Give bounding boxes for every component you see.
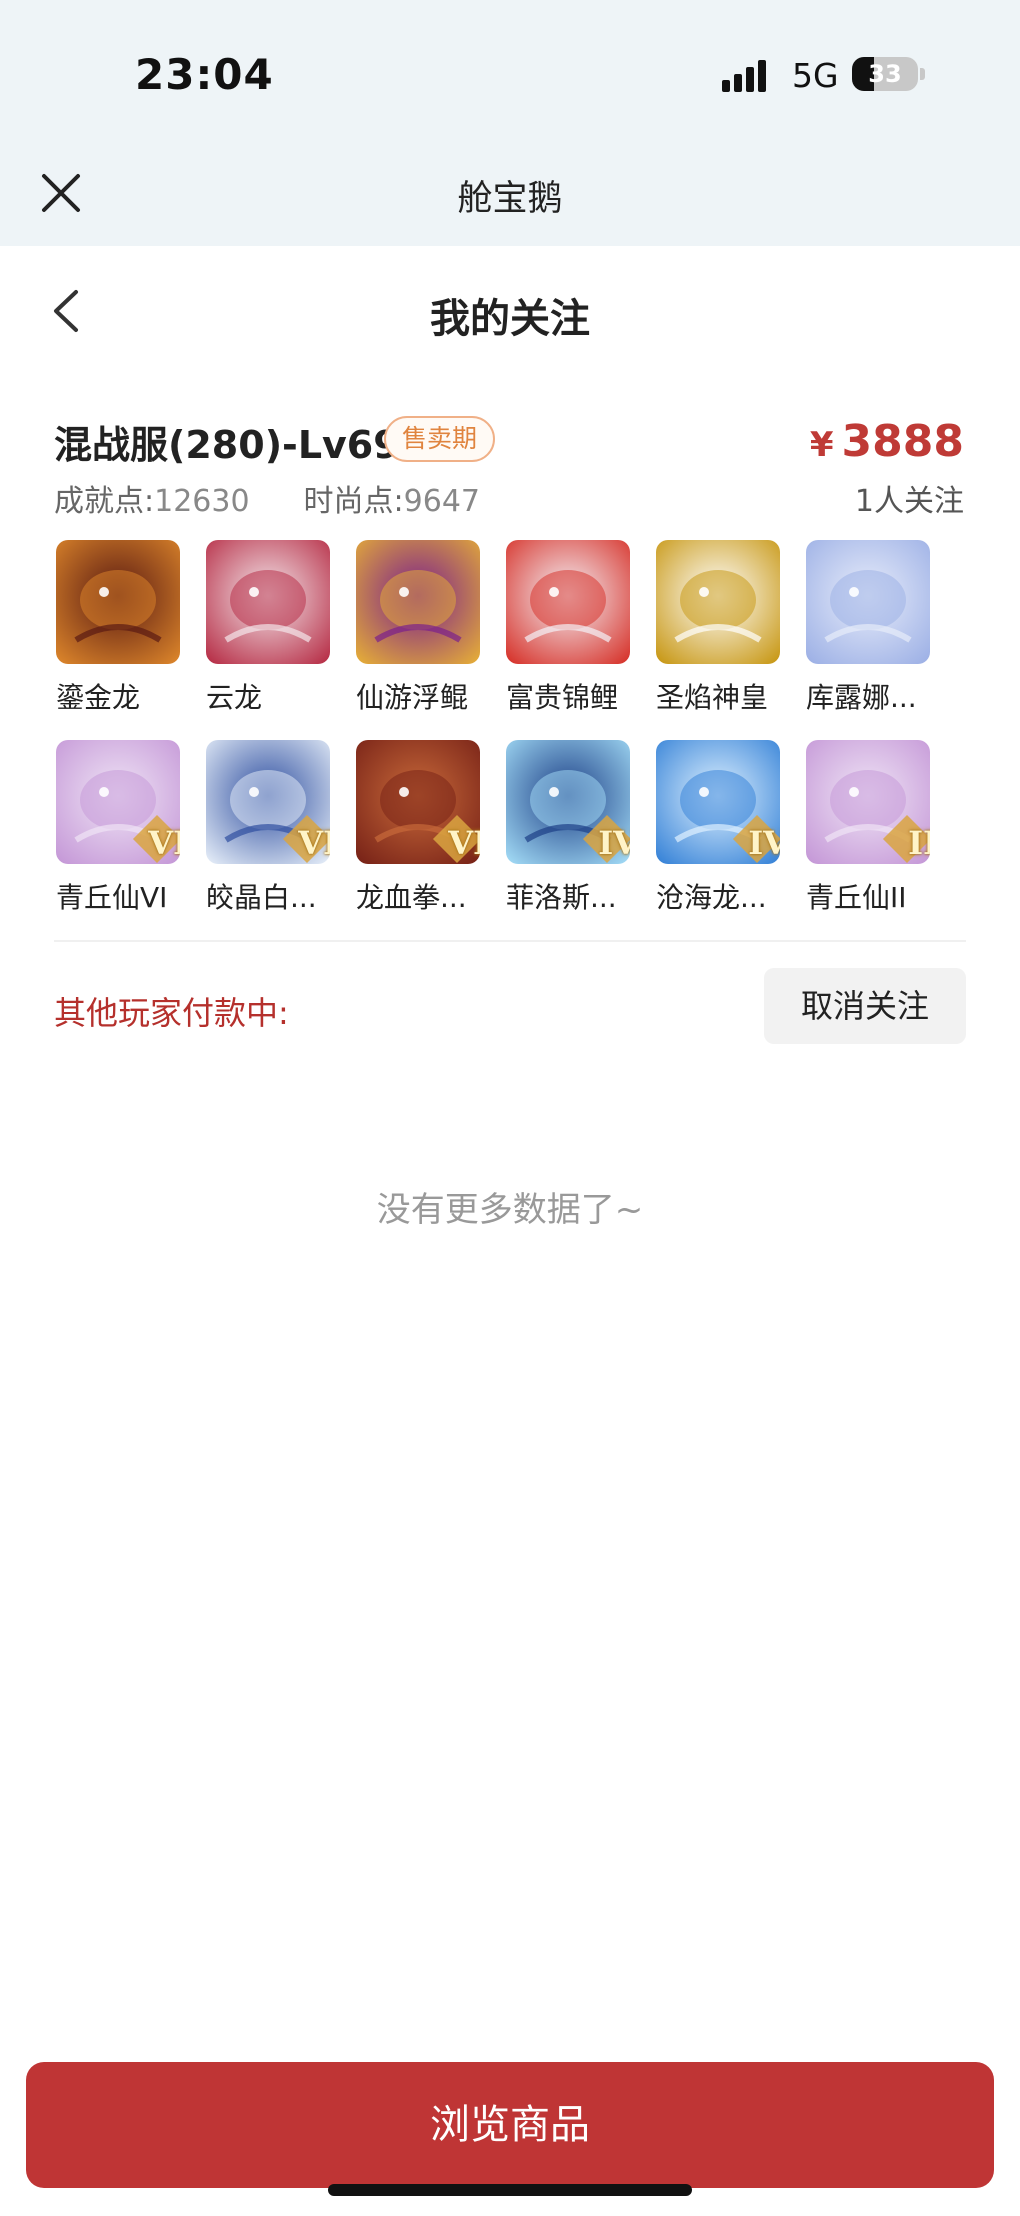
price: ¥3888 (810, 416, 964, 467)
divider (54, 940, 966, 942)
battery-cap (920, 68, 925, 80)
sea-dragon-icon: IV (656, 740, 780, 864)
currency-symbol: ¥ (809, 425, 834, 465)
home-indicator (328, 2184, 692, 2196)
fashion-value: 9647 (403, 484, 481, 519)
pet-name: 仙游浮鲲 (356, 681, 469, 714)
cloud-dragon-icon (206, 540, 330, 664)
pet-name: 云龙 (206, 681, 263, 714)
network-type: 5G (792, 56, 839, 95)
server-title: 混战服(280)-Lv69 (54, 423, 400, 467)
phyllos-icon: IV (506, 740, 630, 864)
fox-fairy-icon: II (806, 740, 930, 864)
pet-name: 圣焰神皇 (656, 681, 769, 714)
account-stats: 成就点:12630 时尚点:9647 (54, 476, 480, 520)
fashion-label: 时尚点: (303, 484, 404, 519)
pet-rank: VI (448, 824, 480, 862)
pet-rank: VI (148, 824, 180, 862)
spirit-girl-icon (806, 540, 930, 664)
fox-fairy-icon: VI (56, 740, 180, 864)
pet-rank: II (908, 824, 930, 862)
status-badge: 售卖期 (384, 416, 496, 462)
no-more-data-text: 没有更多数据了~ (376, 1190, 644, 1230)
pet-name: 皎晶白... (206, 881, 317, 914)
achievement-label: 成就点: (54, 484, 155, 519)
status-time: 23:04 (135, 50, 274, 99)
unfollow-button[interactable]: 取消关注 (764, 968, 966, 1044)
pet-name: 鎏金龙 (56, 681, 141, 714)
dragon-blood-fist-icon: VI (356, 740, 480, 864)
follower-count: 1人关注 (854, 484, 964, 519)
battery-icon: 33 (852, 57, 918, 91)
price-value: 3888 (841, 416, 964, 467)
page-title: 我的关注 (430, 296, 590, 342)
pet-name: 菲洛斯... (506, 881, 617, 914)
holy-flame-icon (656, 540, 780, 664)
pet-rank: VI (298, 824, 330, 862)
koi-fish-icon (506, 540, 630, 664)
top-header-area: 23:04 5G 33 舱宝鹅 (0, 0, 1020, 246)
floating-kun-icon (356, 540, 480, 664)
pet-name: 沧海龙... (656, 881, 767, 914)
pet-name: 富贵锦鲤 (506, 681, 619, 714)
battery-level: 33 (868, 60, 902, 88)
pet-rank: IV (748, 824, 780, 862)
pet-name: 库露娜... (806, 681, 917, 714)
white-tiger-icon: VI (206, 740, 330, 864)
browse-products-button[interactable]: 浏览商品 (26, 2062, 994, 2188)
signal-strength-icon (722, 58, 774, 92)
paying-status-label: 其他玩家付款中: (54, 994, 289, 1032)
pet-name: 龙血拳... (356, 881, 467, 914)
pet-name: 青丘仙VI (56, 881, 168, 914)
pet-rank: IV (598, 824, 630, 862)
app-title: 舱宝鹅 (457, 179, 563, 219)
achievement-value: 12630 (154, 484, 250, 519)
pet-name: 青丘仙II (806, 881, 907, 914)
golden-dragon-icon (56, 540, 180, 664)
